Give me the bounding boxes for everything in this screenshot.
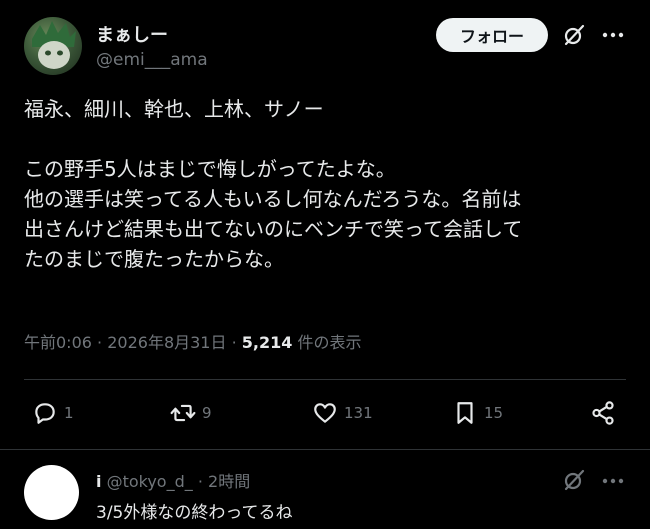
reply-header: i @tokyo_d_ · 2時間: [96, 468, 250, 492]
reply-separator: ·: [197, 472, 203, 491]
meta-separator: ·: [231, 333, 237, 352]
repost-button[interactable]: 9: [170, 400, 212, 426]
grok-icon[interactable]: [562, 468, 586, 492]
post-text: 福永、細川、幹也、上林、サノー この野手5人はまじで悔しがってたよな。 他の選手…: [24, 97, 523, 271]
author-avatar[interactable]: [24, 17, 82, 75]
reply-author-handle[interactable]: @tokyo_d_: [107, 472, 193, 491]
post-meta: 午前0:06 · 2026年8月31日 · 5,214 件の表示: [24, 329, 361, 353]
grok-icon[interactable]: [562, 23, 586, 47]
bookmark-icon: [457, 402, 473, 424]
like-count: 131: [344, 404, 373, 422]
more-icon[interactable]: [600, 471, 626, 491]
divider: [24, 379, 626, 380]
reply-icon: [35, 403, 55, 424]
reply-button[interactable]: 1: [32, 400, 74, 426]
reply-text: 3/5外様なの終わってるね: [96, 503, 293, 523]
author-handle[interactable]: @emi___ama: [96, 50, 208, 70]
share-button[interactable]: [590, 400, 616, 426]
bookmark-button[interactable]: 15: [452, 400, 503, 426]
reply-count: 1: [64, 404, 74, 422]
share-icon: [592, 401, 614, 425]
post-date[interactable]: 2026年8月31日: [107, 333, 226, 352]
view-label: 件の表示: [297, 333, 362, 352]
reply-time[interactable]: 2時間: [208, 472, 250, 491]
follow-button[interactable]: フォロー: [436, 18, 548, 52]
post-time[interactable]: 午前0:06: [24, 333, 92, 352]
reply-avatar[interactable]: [24, 465, 79, 520]
repost-icon: [170, 404, 196, 422]
repost-count: 9: [202, 404, 212, 422]
avatar-image: [32, 21, 76, 69]
more-icon[interactable]: [600, 25, 626, 45]
reply-author-name[interactable]: i: [96, 472, 101, 491]
like-button[interactable]: 131: [312, 400, 373, 426]
author-name[interactable]: まぁしー: [96, 21, 168, 47]
divider: [0, 449, 650, 450]
bookmark-count: 15: [484, 404, 504, 422]
meta-separator: ·: [97, 333, 103, 352]
heart-icon: [314, 403, 336, 423]
view-count: 5,214: [241, 333, 293, 352]
